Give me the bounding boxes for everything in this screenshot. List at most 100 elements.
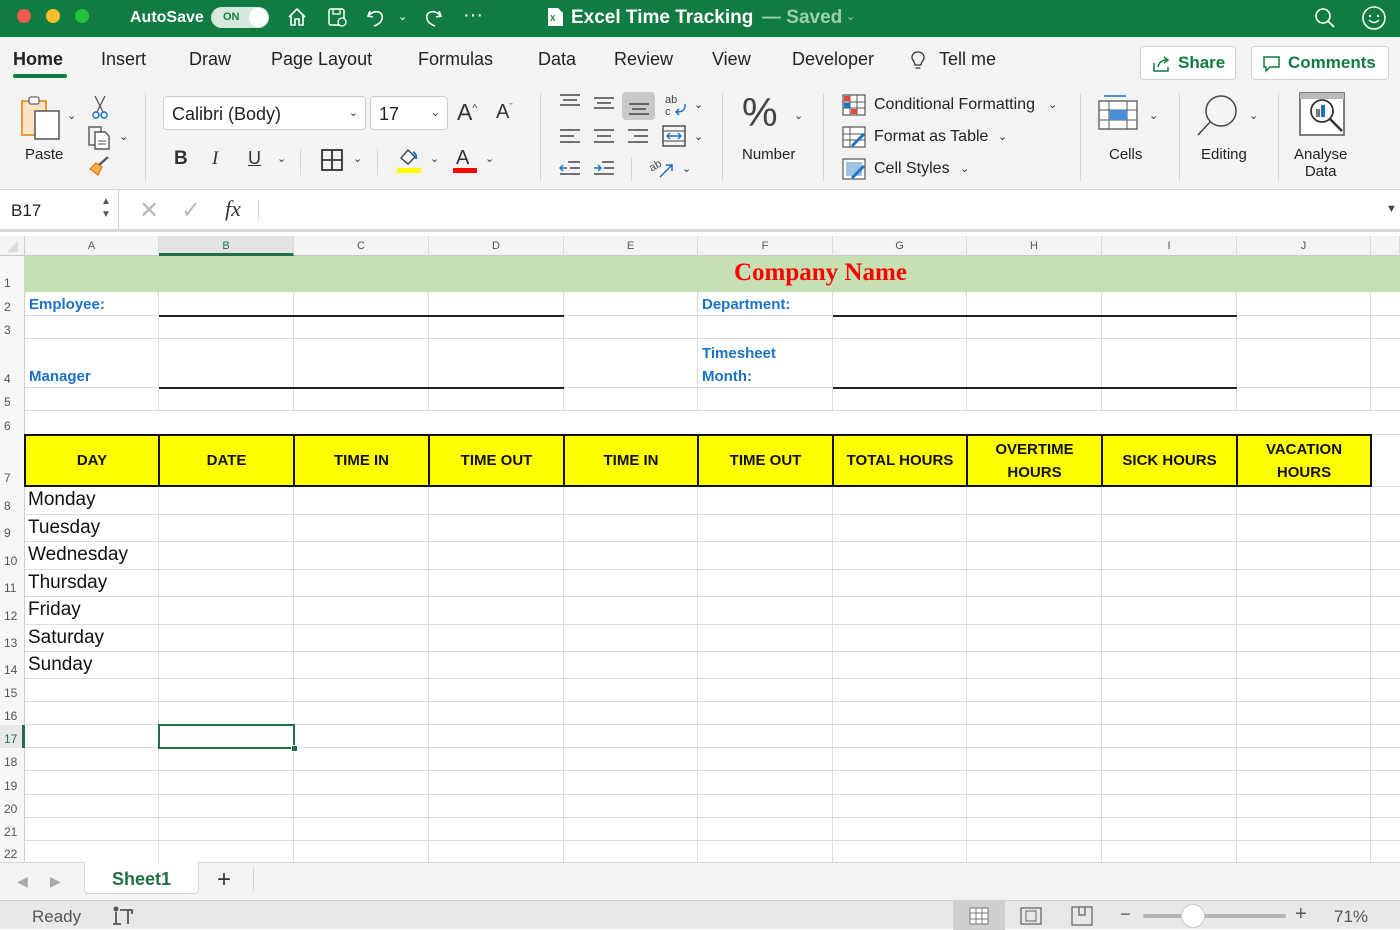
feedback-smiley-icon[interactable] [1361,5,1387,31]
tab-developer[interactable]: Developer [792,49,874,70]
row-header-2[interactable]: 2 [0,292,25,316]
day-cell-tuesday[interactable]: Tuesday [28,517,100,539]
font-size-dropdown[interactable]: 17 ⌄ [370,96,448,130]
cells-dropdown-icon[interactable]: ⌄ [1149,109,1158,122]
cells-icon[interactable] [1097,93,1141,133]
tab-home[interactable]: Home [13,49,63,70]
header-cell-date[interactable]: DATE [158,434,295,487]
tab-formulas[interactable]: Formulas [418,49,493,70]
row-header-10[interactable]: 10 [0,542,25,570]
row-header-9[interactable]: 9 [0,515,25,542]
page-break-view-icon[interactable] [1071,906,1093,926]
save-icon[interactable] [326,6,348,28]
page-layout-view-icon[interactable] [1020,907,1042,925]
increase-font-size-icon[interactable]: A^ [457,99,477,126]
underline-button[interactable]: U [248,148,261,169]
column-header-i[interactable]: I [1102,236,1237,256]
align-left-icon[interactable] [558,127,582,147]
formula-input[interactable] [262,194,1372,226]
zoom-level[interactable]: 71% [1334,907,1368,927]
row-header-22[interactable]: 22 [0,841,25,863]
title-dropdown-icon[interactable]: ⌄ [846,10,855,23]
row-header-20[interactable]: 20 [0,795,25,818]
tab-page-layout[interactable]: Page Layout [271,49,372,70]
name-box[interactable]: B17 ▲ ▼ [0,190,119,229]
select-all-corner[interactable] [0,236,25,256]
underline-dropdown-icon[interactable]: ⌄ [277,152,286,165]
normal-view-button[interactable] [953,901,1005,930]
copy-dropdown-icon[interactable]: ⌄ [119,130,128,143]
number-format-icon[interactable]: % [742,91,778,136]
expand-formula-bar-icon[interactable]: ▼ [1386,203,1397,215]
sheet-tab-sheet1[interactable]: Sheet1 [84,862,199,894]
column-header-d[interactable]: D [429,236,564,256]
format-painter-icon[interactable] [88,155,112,177]
italic-button[interactable]: I [212,148,218,170]
analyse-data-icon[interactable] [1298,91,1348,139]
editing-dropdown-icon[interactable]: ⌄ [1249,109,1258,122]
header-cell-overtime-hours[interactable]: OVERTIME HOURS [966,434,1103,487]
tab-tell-me[interactable]: Tell me [939,49,996,70]
merge-center-icon[interactable] [661,124,687,148]
undo-icon[interactable] [364,5,388,29]
row-header-1[interactable]: 1 [0,256,25,292]
row-header-19[interactable]: 19 [0,771,25,795]
row-header-17[interactable]: 17 [0,725,25,748]
paste-dropdown-icon[interactable]: ⌄ [67,109,76,122]
borders-dropdown-icon[interactable]: ⌄ [353,152,362,165]
scroll-tabs-left-icon[interactable]: ◀ [17,873,28,890]
day-cell-sunday[interactable]: Sunday [28,654,92,676]
align-bottom-button[interactable] [622,92,655,120]
company-name[interactable]: Company Name [734,259,907,287]
more-icon[interactable]: ··· [463,4,483,27]
font-color-dropdown-icon[interactable]: ⌄ [485,152,494,165]
tab-insert[interactable]: Insert [101,49,146,70]
paste-icon[interactable] [18,95,64,141]
maximize-window-button[interactable] [75,9,89,23]
autosave-toggle[interactable]: ON [211,7,269,28]
font-name-dropdown[interactable]: Calibri (Body) ⌄ [163,96,366,130]
employee-label[interactable]: Employee: [29,296,105,313]
fill-color-icon[interactable] [396,146,422,174]
row-header-7[interactable]: 7 [0,435,25,487]
column-header-k[interactable] [1371,236,1400,256]
copy-icon[interactable] [87,125,113,151]
comments-button[interactable]: Comments [1251,46,1389,80]
add-sheet-button[interactable]: + [217,866,231,894]
align-middle-icon[interactable] [592,95,616,113]
column-header-g[interactable]: G [833,236,967,256]
merge-dropdown-icon[interactable]: ⌄ [694,130,703,143]
number-dropdown-icon[interactable]: ⌄ [794,109,803,122]
font-color-icon[interactable]: A [452,146,478,174]
selected-cell-b17[interactable] [158,724,295,749]
tab-draw[interactable]: Draw [189,49,231,70]
zoom-slider-track[interactable] [1143,914,1286,918]
day-cell-monday[interactable]: Monday [28,489,96,511]
insert-function-icon[interactable]: fx [225,196,241,222]
row-header-11[interactable]: 11 [0,570,25,597]
row-header-21[interactable]: 21 [0,818,25,841]
column-header-e[interactable]: E [564,236,698,256]
scroll-tabs-right-icon[interactable]: ▶ [50,873,61,890]
row-header-18[interactable]: 18 [0,748,25,771]
tab-view[interactable]: View [712,49,751,70]
row-header-8[interactable]: 8 [0,487,25,515]
increase-indent-icon[interactable] [592,159,616,179]
row-header-14[interactable]: 14 [0,652,25,679]
header-cell-day[interactable]: DAY [24,434,160,487]
tab-data[interactable]: Data [538,49,576,70]
decrease-indent-icon[interactable] [558,159,582,179]
row-header-6[interactable]: 6 [0,411,25,435]
column-header-f[interactable]: F [698,236,833,256]
bold-button[interactable]: B [174,148,188,170]
header-cell-sick-hours[interactable]: SICK HOURS [1101,434,1238,487]
orientation-dropdown-icon[interactable]: ⌄ [682,162,691,175]
zoom-slider-thumb[interactable] [1181,904,1205,928]
row-header-12[interactable]: 12 [0,597,25,625]
align-right-icon[interactable] [626,127,650,147]
employee-input-line[interactable] [159,315,564,317]
home-icon[interactable] [286,6,308,28]
row-header-15[interactable]: 15 [0,679,25,702]
fill-color-dropdown-icon[interactable]: ⌄ [430,152,439,165]
row-header-16[interactable]: 16 [0,702,25,725]
